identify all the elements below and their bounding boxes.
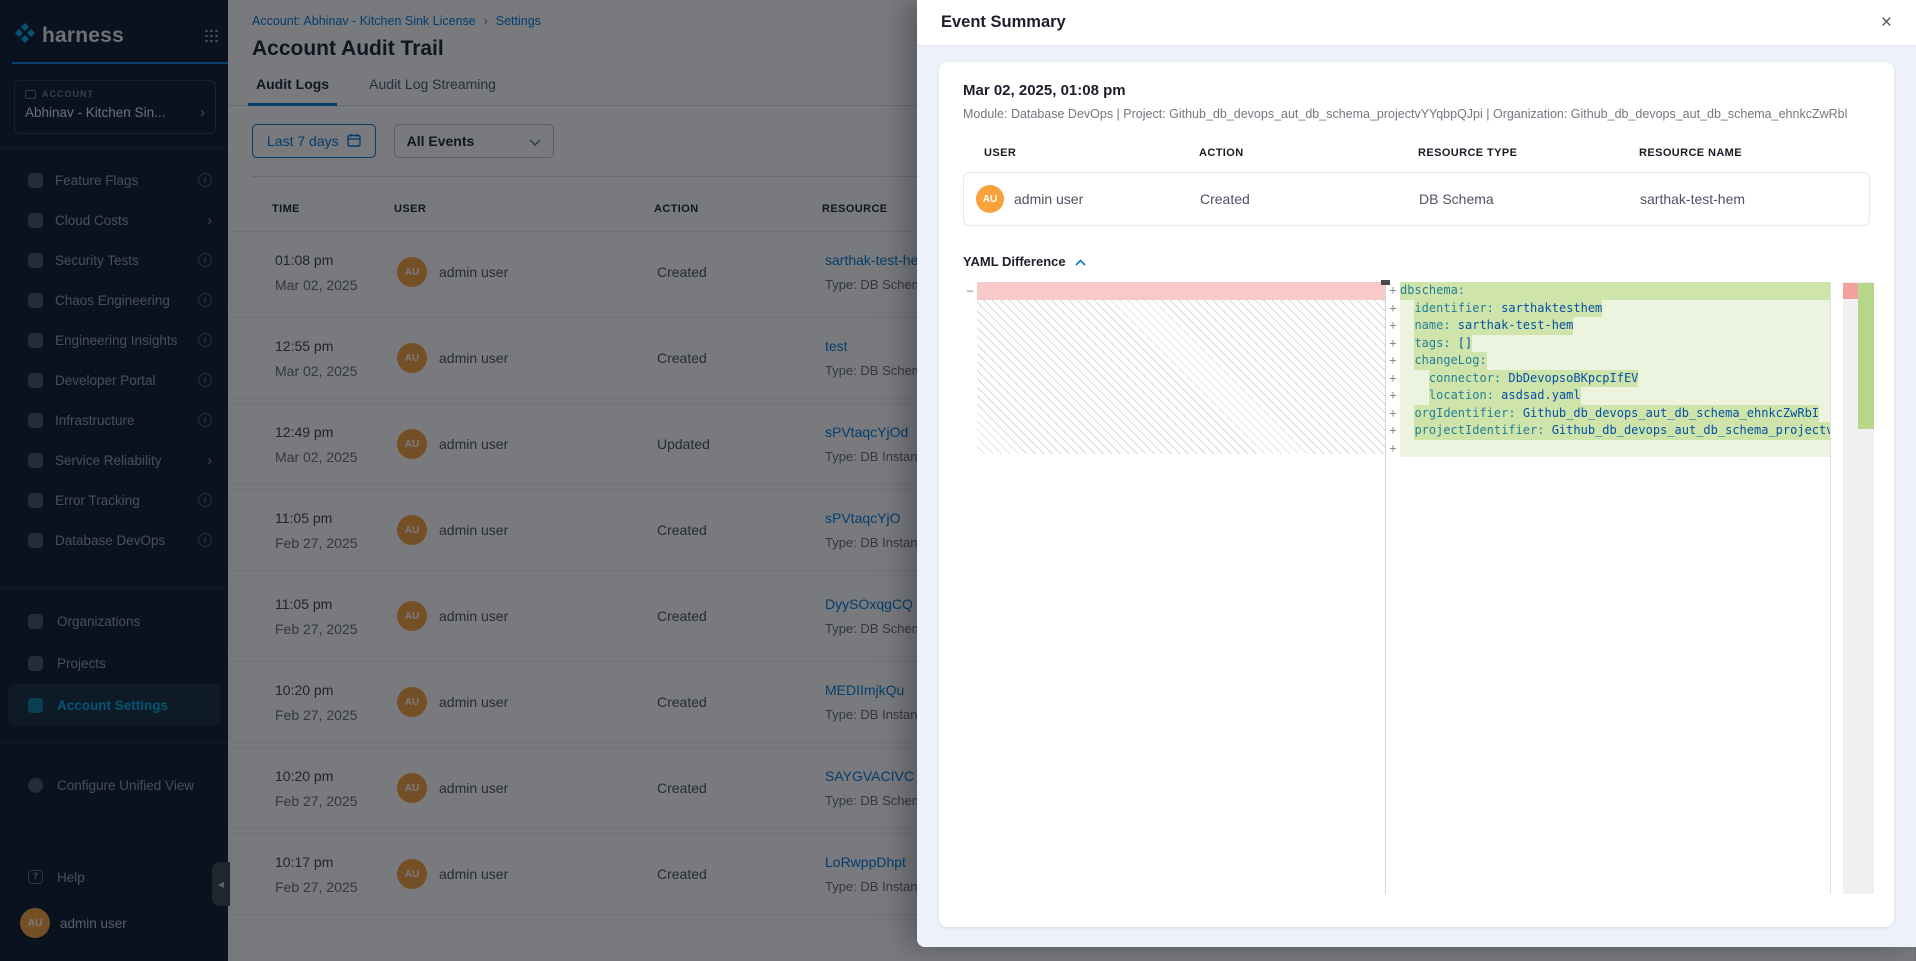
drawer-body: Mar 02, 2025, 01:08 pm Module: Database … bbox=[917, 46, 1916, 947]
event-summary-drawer: Event Summary × Mar 02, 2025, 01:08 pm M… bbox=[917, 0, 1916, 947]
diff-added-line: + changeLog: bbox=[1386, 352, 1830, 370]
diff-added-line: + dbschema: bbox=[1386, 282, 1830, 300]
column-resource-name: RESOURCE NAME bbox=[1639, 147, 1870, 159]
summary-table-row: AU admin user Created DB Schema sarthak-… bbox=[963, 172, 1870, 226]
column-resource-type: RESOURCE TYPE bbox=[1418, 147, 1639, 159]
diff-pane-divider[interactable] bbox=[1385, 282, 1386, 894]
drawer-title: Event Summary bbox=[941, 13, 1066, 32]
diff-minimap-gap bbox=[1831, 282, 1843, 894]
diff-removed-gutter: − bbox=[963, 282, 977, 894]
diff-added-line: + location:asdsad.yaml bbox=[1386, 387, 1830, 405]
diff-added-gutter: + bbox=[1386, 370, 1400, 388]
cell-resource-type: DB Schema bbox=[1419, 191, 1640, 207]
user-avatar: AU bbox=[976, 185, 1004, 213]
diff-added-gutter: + bbox=[1386, 440, 1400, 458]
diff-added-line: + bbox=[1386, 440, 1830, 458]
diff-sash-handle[interactable] bbox=[1381, 280, 1390, 285]
minimap-added-marker bbox=[1858, 283, 1874, 429]
yaml-diff-viewer: − + dbschema: bbox=[963, 282, 1870, 894]
diff-added-gutter: + bbox=[1386, 352, 1400, 370]
cell-user: AU admin user bbox=[976, 185, 1200, 213]
minimap-removed-marker bbox=[1843, 283, 1858, 299]
cell-resource-name: sarthak-test-hem bbox=[1640, 191, 1869, 207]
diff-added-line: + tags:[] bbox=[1386, 335, 1830, 353]
chevron-up-icon bbox=[1075, 254, 1086, 269]
diff-added-gutter: + bbox=[1386, 300, 1400, 318]
diff-removed-line bbox=[977, 282, 1385, 300]
diff-minimap[interactable] bbox=[1843, 282, 1874, 894]
yaml-difference-toggle[interactable]: YAML Difference bbox=[963, 254, 1086, 269]
diff-added-line: + name:sarthak-test-hem bbox=[1386, 317, 1830, 335]
diff-added-gutter: + bbox=[1386, 422, 1400, 440]
column-action: ACTION bbox=[1199, 147, 1418, 159]
diff-added-line: + orgIdentifier:Github_db_devops_aut_db_… bbox=[1386, 405, 1830, 423]
close-icon[interactable]: × bbox=[1881, 13, 1892, 32]
event-datetime: Mar 02, 2025, 01:08 pm bbox=[963, 82, 1870, 99]
column-user: USER bbox=[984, 147, 1199, 159]
cell-action: Created bbox=[1200, 191, 1419, 207]
diff-added-line: + projectIdentifier:Github_db_devops_aut… bbox=[1386, 422, 1830, 440]
app-root: harness ACCOUNT Abhinav - Kitchen Sin...… bbox=[0, 0, 1916, 961]
summary-table-header: USER ACTION RESOURCE TYPE RESOURCE NAME bbox=[963, 147, 1870, 159]
event-context: Module: Database DevOps | Project: Githu… bbox=[963, 107, 1870, 121]
diff-added-gutter: + bbox=[1386, 405, 1400, 423]
diff-original-pane bbox=[977, 282, 1385, 894]
diff-added-gutter: + bbox=[1386, 335, 1400, 353]
yaml-difference-label: YAML Difference bbox=[963, 254, 1066, 269]
diff-empty-hatch bbox=[977, 300, 1385, 454]
drawer-header: Event Summary × bbox=[917, 0, 1916, 46]
diff-added-line: + connector:DbDevopsoBKpcpIfEV bbox=[1386, 370, 1830, 388]
event-card: Mar 02, 2025, 01:08 pm Module: Database … bbox=[939, 62, 1894, 927]
diff-modified-pane: + dbschema: + identifier:sarthaktesthem … bbox=[1386, 282, 1831, 894]
diff-added-gutter: + bbox=[1386, 387, 1400, 405]
diff-added-gutter: + bbox=[1386, 317, 1400, 335]
diff-added-line: + identifier:sarthaktesthem bbox=[1386, 300, 1830, 318]
